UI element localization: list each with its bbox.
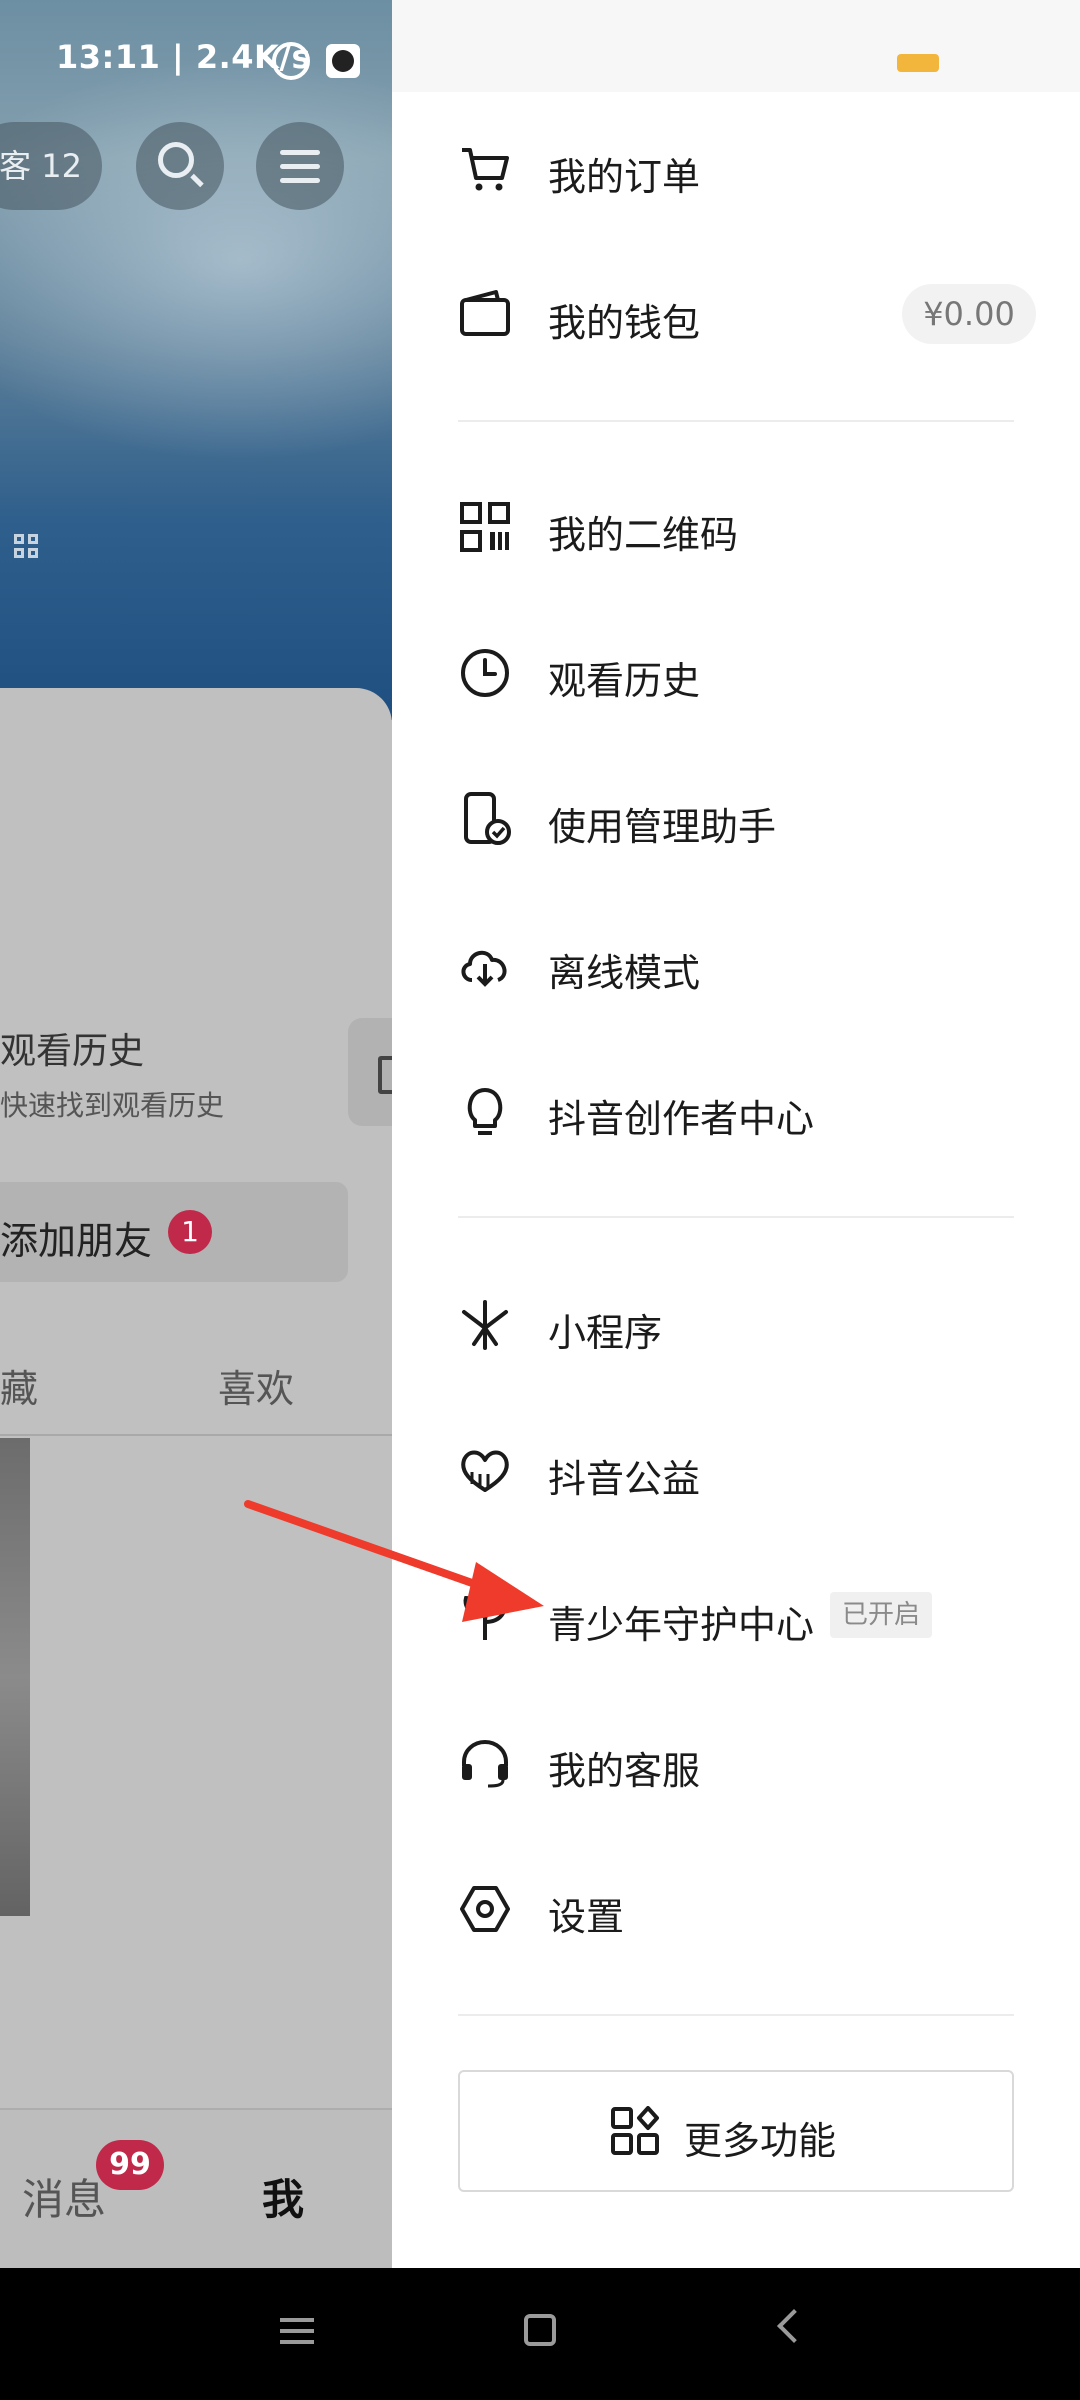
tab-like[interactable]: 喜欢 (218, 1358, 294, 1413)
home-button[interactable] (524, 2314, 556, 2346)
side-drawer: 我的订单 我的钱包 ¥0.00 我的二维码 观看历史 使用管理助手 离线模式 抖… (392, 0, 1080, 2268)
drawer-status-bar (392, 0, 1080, 92)
menu-item-customer-service[interactable]: 我的客服 (392, 1702, 1080, 1822)
menu-item-label: 使用管理助手 (548, 805, 777, 849)
menu-item-label: 青少年守护中心 (548, 1603, 815, 1647)
tab-collect[interactable]: 藏 (0, 1358, 38, 1413)
headset-icon (462, 1739, 508, 1788)
settings-hex-icon (460, 1886, 510, 1932)
menu-item-settings[interactable]: 设置 (392, 1848, 1080, 1968)
wallet-balance: ¥0.00 (902, 284, 1036, 344)
menu-item-charity[interactable]: 抖音公益 (392, 1410, 1080, 1530)
history-card-subtitle: 快速找到观看历史 (0, 1089, 225, 1122)
side-card[interactable] (348, 1018, 392, 1126)
teen-protection-status-tag: 已开启 (830, 1592, 932, 1638)
more-features-label: 更多功能 (684, 2119, 837, 2163)
menu-item-label: 抖音创作者中心 (548, 1097, 815, 1141)
menu-item-label: 我的二维码 (548, 513, 739, 557)
wallet-icon (460, 290, 510, 336)
phone-check-icon (464, 792, 511, 845)
menu-item-teen-protection[interactable]: 青少年守护中心 (392, 1556, 1080, 1676)
menu-item-creator-center[interactable]: 抖音创作者中心 (392, 1050, 1080, 1170)
menu-item-label: 抖音公益 (548, 1457, 701, 1501)
menu-item-label: 观看历史 (548, 659, 701, 703)
apps-icon (611, 2106, 659, 2155)
menu-item-qr-code[interactable]: 我的二维码 (392, 466, 1080, 586)
menu-item-orders[interactable]: 我的订单 (392, 108, 1080, 228)
nav-messages[interactable]: 消息 (22, 2166, 106, 2227)
visitor-count-pill[interactable]: 客 12 (0, 122, 102, 210)
menu-item-label: 我的客服 (548, 1749, 701, 1793)
hamburger-icon (280, 150, 320, 155)
qr-small-icon[interactable] (14, 534, 40, 560)
battery-icon (897, 54, 939, 72)
menu-item-label: 我的钱包 (548, 301, 701, 345)
cloud-download-icon (461, 950, 507, 987)
messages-badge: 99 (96, 2140, 164, 2190)
recent-apps-button[interactable] (280, 2316, 314, 2346)
menu-item-mini-programs[interactable]: 小程序 (392, 1264, 1080, 1384)
menu-item-offline-mode[interactable]: 离线模式 (392, 904, 1080, 1024)
add-friend-badge: 1 (168, 1210, 212, 1254)
tab-divider (0, 1434, 392, 1436)
app-status-icon (326, 44, 360, 78)
profile-page-background: 13:11 | 2.4K/s 客 12 观看历史 快速找到观看历史 添加朋友 1… (0, 0, 392, 2268)
back-button[interactable] (777, 2309, 811, 2343)
sprout-icon (463, 1595, 507, 1640)
menu-item-history[interactable]: 观看历史 (392, 612, 1080, 732)
search-button[interactable] (136, 122, 224, 210)
alarm-icon (272, 42, 310, 80)
clock-icon (461, 649, 509, 697)
menu-item-usage-manager[interactable]: 使用管理助手 (392, 758, 1080, 878)
more-features-button[interactable]: 更多功能 (458, 2070, 1014, 2192)
system-navigation-bar (0, 2268, 1080, 2400)
search-icon (158, 142, 194, 178)
nav-me[interactable]: 我 (262, 2166, 304, 2227)
heart-charity-icon (461, 1450, 509, 1492)
divider (458, 2014, 1014, 2016)
menu-item-label: 设置 (548, 1895, 625, 1939)
menu-button[interactable] (256, 122, 344, 210)
video-thumbnail[interactable] (0, 1438, 30, 1916)
cart-icon (462, 148, 509, 191)
profile-header-background (0, 0, 392, 720)
menu-item-label: 离线模式 (548, 951, 701, 995)
profile-card (0, 688, 392, 2268)
lightbulb-icon (467, 1088, 503, 1135)
add-friend-label: 添加朋友 (0, 1219, 153, 1263)
mini-program-icon (462, 1300, 508, 1350)
history-card-title[interactable]: 观看历史 (0, 1022, 144, 1074)
menu-item-label: 小程序 (548, 1311, 663, 1355)
divider (458, 420, 1014, 422)
divider (458, 1216, 1014, 1218)
menu-item-label: 我的订单 (548, 155, 701, 199)
qr-code-icon (460, 502, 510, 552)
